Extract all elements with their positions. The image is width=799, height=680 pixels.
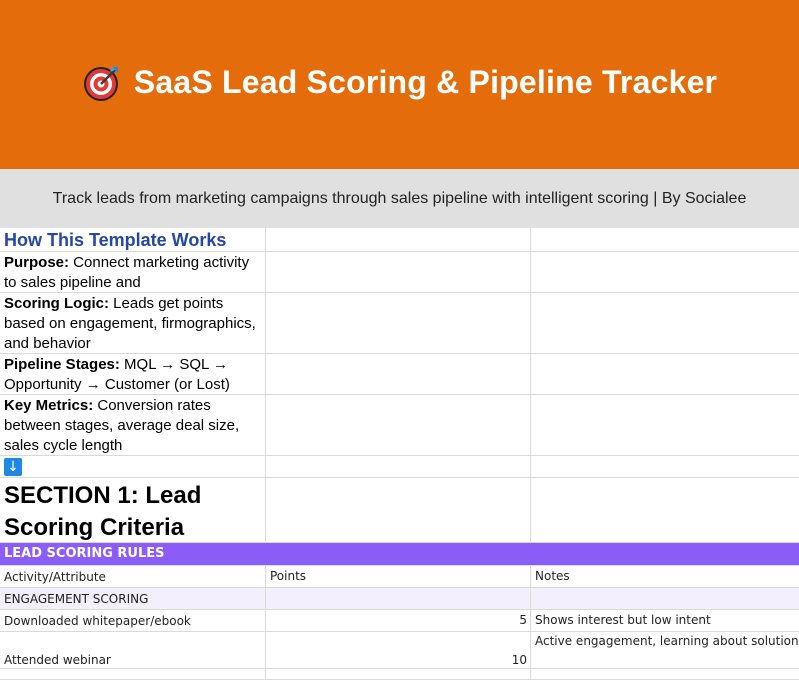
- column-header-row: Activity/Attribute Points Notes: [0, 566, 799, 588]
- howto-purpose[interactable]: Purpose: Connect marketing activity to s…: [0, 252, 266, 292]
- lead-scoring-rules-header[interactable]: LEAD SCORING RULES: [0, 543, 799, 566]
- howto-scoring-logic[interactable]: Scoring Logic: Leads get points based on…: [0, 293, 266, 353]
- grid-row: Purpose: Connect marketing activity to s…: [0, 252, 799, 293]
- column-header-points[interactable]: Points: [266, 566, 531, 587]
- empty-cell[interactable]: [266, 456, 531, 477]
- empty-cell[interactable]: [266, 588, 531, 609]
- subtitle: Track leads from marketing campaigns thr…: [0, 169, 799, 228]
- column-header-notes[interactable]: Notes: [531, 566, 799, 587]
- grid-row: Scoring Logic: Leads get points based on…: [0, 293, 799, 354]
- empty-cell[interactable]: [266, 293, 531, 353]
- section-title[interactable]: SECTION 1: Lead Scoring Criteria: [0, 478, 266, 542]
- activity-cell[interactable]: Attended webinar: [0, 632, 266, 668]
- sheet-grid: How This Template Works Purpose: Connect…: [0, 228, 799, 680]
- empty-cell[interactable]: [266, 354, 531, 394]
- grid-row: ↓: [0, 456, 799, 478]
- notes-cell[interactable]: Active engagement, learning about soluti…: [531, 632, 799, 668]
- empty-cell[interactable]: [266, 478, 531, 542]
- howto-label: Scoring Logic:: [4, 295, 109, 312]
- table-row: [0, 669, 799, 680]
- empty-cell[interactable]: [531, 354, 799, 394]
- column-header-activity[interactable]: Activity/Attribute: [0, 566, 266, 587]
- empty-cell[interactable]: [0, 669, 266, 679]
- howto-key-metrics[interactable]: Key Metrics: Conversion rates between st…: [0, 395, 266, 455]
- howto-label: Key Metrics:: [4, 397, 94, 414]
- howto-label: Purpose:: [4, 254, 70, 271]
- empty-cell[interactable]: [266, 395, 531, 455]
- empty-cell[interactable]: [266, 228, 531, 251]
- subtitle-text: Track leads from marketing campaigns thr…: [52, 189, 747, 207]
- empty-cell[interactable]: [531, 293, 799, 353]
- points-cell[interactable]: 10: [266, 632, 531, 668]
- page-title: SaaS Lead Scoring & Pipeline Tracker: [133, 64, 718, 100]
- category-label[interactable]: ENGAGEMENT SCORING: [0, 588, 266, 609]
- empty-cell[interactable]: [266, 252, 531, 292]
- arrow-cell[interactable]: ↓: [0, 456, 266, 477]
- empty-cell[interactable]: [531, 395, 799, 455]
- grid-row: SECTION 1: Lead Scoring Criteria: [0, 478, 799, 543]
- empty-cell[interactable]: [266, 669, 531, 679]
- howto-label: Pipeline Stages:: [4, 356, 120, 373]
- table-row: Downloaded whitepaper/ebook 5 Shows inte…: [0, 610, 799, 632]
- target-dart-icon: [82, 63, 122, 103]
- empty-cell[interactable]: [531, 252, 799, 292]
- category-row: ENGAGEMENT SCORING: [0, 588, 799, 610]
- empty-cell[interactable]: [531, 456, 799, 477]
- grid-row: Pipeline Stages: MQL → SQL → Opportunity…: [0, 354, 799, 395]
- howto-heading[interactable]: How This Template Works: [0, 228, 266, 251]
- grid-row: Key Metrics: Conversion rates between st…: [0, 395, 799, 456]
- empty-cell[interactable]: [531, 669, 799, 679]
- empty-cell[interactable]: [531, 478, 799, 542]
- grid-row: How This Template Works: [0, 228, 799, 252]
- empty-cell[interactable]: [531, 228, 799, 251]
- notes-cell[interactable]: Shows interest but low intent: [531, 610, 799, 631]
- title-banner: SaaS Lead Scoring & Pipeline Tracker: [0, 0, 799, 169]
- table-row: Attended webinar 10 Active engagement, l…: [0, 632, 799, 669]
- howto-pipeline-stages[interactable]: Pipeline Stages: MQL → SQL → Opportunity…: [0, 354, 266, 394]
- arrow-down-icon: ↓: [4, 458, 22, 476]
- empty-cell[interactable]: [531, 588, 799, 609]
- points-cell[interactable]: 5: [266, 610, 531, 631]
- activity-cell[interactable]: Downloaded whitepaper/ebook: [0, 610, 266, 631]
